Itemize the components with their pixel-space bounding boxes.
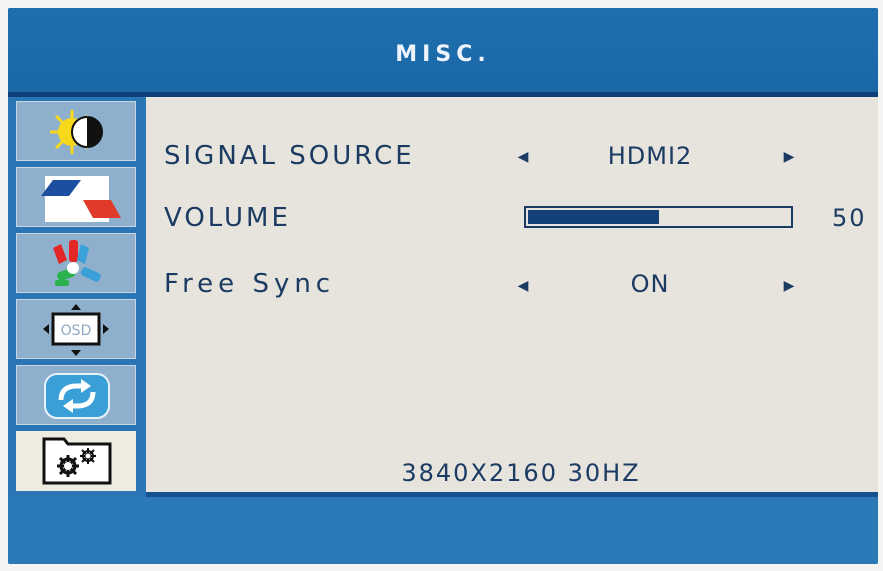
- settings-panel: SIGNAL SOURCE ◀ HDMI2 ▶ VOLUME 50 Free S…: [146, 97, 878, 492]
- signal-source-left-arrow[interactable]: ◀: [516, 147, 530, 167]
- reset-icon: [44, 373, 110, 419]
- image-icon: [41, 176, 121, 222]
- volume-slider[interactable]: [524, 206, 793, 228]
- footer-bar: [8, 497, 878, 564]
- sidebar: OSD: [8, 97, 144, 496]
- gear-folder-icon: [42, 437, 112, 485]
- volume-value: 50: [832, 204, 867, 232]
- signal-source-label: SIGNAL SOURCE: [164, 141, 415, 171]
- sun-contrast-icon: [50, 110, 103, 154]
- sidebar-item-image[interactable]: [16, 167, 136, 227]
- free-sync-value[interactable]: ON: [570, 270, 730, 298]
- osd-menu: MISC. OSD SIGNAL SOURCE ◀ HDMI2 ▶ VOLUME…: [8, 8, 878, 564]
- free-sync-label: Free Sync: [164, 269, 336, 299]
- volume-slider-fill: [528, 210, 659, 224]
- header-bar: MISC.: [8, 8, 878, 92]
- resolution-info: 3840X2160 30HZ: [401, 459, 641, 487]
- osd-position-icon: OSD: [43, 304, 109, 356]
- free-sync-right-arrow[interactable]: ▶: [782, 276, 796, 296]
- sidebar-item-color[interactable]: [16, 233, 136, 293]
- sidebar-item-osd[interactable]: OSD: [16, 299, 136, 359]
- menu-title: MISC.: [395, 42, 491, 67]
- signal-source-value[interactable]: HDMI2: [570, 142, 730, 170]
- signal-source-right-arrow[interactable]: ▶: [782, 147, 796, 167]
- osd-icon-label: OSD: [61, 323, 92, 339]
- sidebar-item-misc[interactable]: [16, 431, 136, 491]
- sidebar-item-reset[interactable]: [16, 365, 136, 425]
- sidebar-item-brightness-contrast[interactable]: [16, 101, 136, 161]
- color-icon: [53, 240, 101, 286]
- volume-label: VOLUME: [164, 203, 291, 233]
- free-sync-left-arrow[interactable]: ◀: [516, 276, 530, 296]
